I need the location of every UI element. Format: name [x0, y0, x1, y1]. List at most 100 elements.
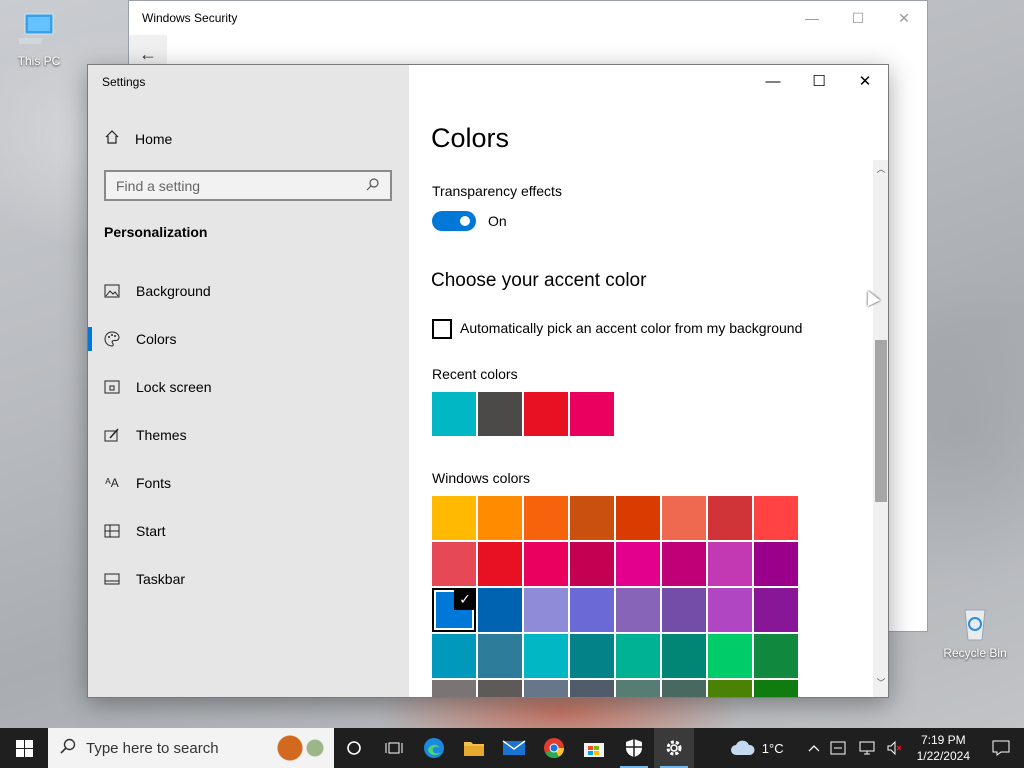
color-swatch[interactable] — [754, 542, 798, 586]
notification-badge-icon[interactable] — [825, 728, 853, 768]
store-icon[interactable] — [574, 728, 614, 768]
color-swatch[interactable] — [432, 680, 476, 697]
page-title: Colors — [431, 123, 510, 153]
color-swatch[interactable] — [432, 634, 476, 678]
color-swatch[interactable] — [616, 588, 660, 632]
palette-icon — [104, 331, 120, 347]
sidebar-item-label: Fonts — [136, 475, 172, 491]
color-swatch-selected[interactable]: ✓ — [432, 588, 476, 632]
section-heading: Personalization — [104, 224, 208, 240]
color-swatch[interactable] — [524, 634, 568, 678]
color-swatch[interactable] — [662, 496, 706, 540]
sidebar-item-home[interactable]: Home — [104, 129, 172, 148]
sidebar-item-label: Taskbar — [136, 571, 186, 587]
color-swatch[interactable] — [570, 542, 614, 586]
color-swatch[interactable] — [432, 496, 476, 540]
color-swatch[interactable] — [432, 542, 476, 586]
color-swatch[interactable] — [570, 634, 614, 678]
color-swatch[interactable] — [662, 542, 706, 586]
sidebar-item-lock-screen[interactable]: Lock screen — [88, 363, 409, 411]
picture-icon — [104, 283, 120, 299]
sidebar-item-colors[interactable]: Colors — [88, 315, 409, 363]
color-swatch[interactable] — [708, 680, 752, 697]
sidebar-item-fonts[interactable]: ᴬA Fonts — [88, 459, 409, 507]
color-swatch[interactable] — [570, 588, 614, 632]
search-icon — [366, 177, 380, 194]
taskbar: Type here to search 1°C 7:19 PM 1/22/202… — [0, 728, 1024, 768]
taskbar-search-box[interactable]: Type here to search — [48, 728, 334, 768]
color-swatch[interactable] — [478, 542, 522, 586]
color-swatch[interactable] — [708, 542, 752, 586]
color-swatch[interactable] — [570, 496, 614, 540]
color-swatch[interactable] — [616, 680, 660, 697]
find-setting-input[interactable]: Find a setting — [104, 170, 392, 201]
action-center-icon[interactable] — [978, 728, 1024, 768]
sidebar-item-label: Home — [135, 130, 173, 147]
network-icon[interactable] — [853, 728, 881, 768]
start-button[interactable] — [0, 728, 48, 768]
weather-widget[interactable]: 1°C — [725, 728, 789, 768]
folder-icon[interactable] — [454, 728, 494, 768]
color-swatch[interactable] — [662, 588, 706, 632]
desktop-icon-this-pc[interactable]: This PC — [4, 10, 74, 68]
chevron-up-icon[interactable] — [803, 728, 825, 768]
color-swatch[interactable] — [524, 392, 568, 436]
chrome-icon[interactable] — [534, 728, 574, 768]
color-swatch[interactable] — [754, 496, 798, 540]
color-swatch[interactable] — [616, 542, 660, 586]
color-swatch[interactable] — [662, 634, 706, 678]
sidebar-item-taskbar[interactable]: Taskbar — [88, 555, 409, 603]
scroll-down-arrow-icon[interactable]: ﹀ — [873, 674, 888, 690]
sidebar-item-background[interactable]: Background — [88, 267, 409, 315]
sidebar-item-themes[interactable]: Themes — [88, 411, 409, 459]
color-swatch[interactable] — [524, 542, 568, 586]
system-tray: 1°C 7:19 PM 1/22/2024 — [725, 728, 1024, 768]
auto-accent-checkbox[interactable] — [432, 319, 452, 339]
color-swatch[interactable] — [708, 496, 752, 540]
gear-icon[interactable] — [654, 728, 694, 768]
color-swatch[interactable] — [478, 680, 522, 697]
search-placeholder: Find a setting — [116, 177, 201, 194]
sidebar-item-label: Colors — [136, 331, 177, 347]
color-swatch[interactable] — [478, 588, 522, 632]
edge-icon[interactable] — [414, 728, 454, 768]
maximize-button[interactable]: ☐ — [835, 1, 881, 35]
font-icon: ᴬA — [105, 476, 119, 490]
color-swatch[interactable] — [570, 680, 614, 697]
color-swatch[interactable] — [432, 392, 476, 436]
task-view-icon[interactable] — [374, 728, 414, 768]
desktop-icon-recycle-bin[interactable]: Recycle Bin — [940, 602, 1010, 660]
toggle-state: On — [488, 213, 507, 229]
scroll-thumb[interactable] — [875, 340, 887, 502]
color-swatch[interactable] — [616, 496, 660, 540]
color-swatch[interactable] — [524, 588, 568, 632]
color-swatch[interactable] — [616, 634, 660, 678]
auto-accent-label[interactable]: Automatically pick an accent color from … — [460, 320, 802, 336]
sidebar-item-start[interactable]: Start — [88, 507, 409, 555]
color-swatch[interactable] — [708, 588, 752, 632]
mail-icon[interactable] — [494, 728, 534, 768]
minimize-button[interactable]: — — [789, 1, 835, 35]
color-swatch[interactable] — [708, 634, 752, 678]
color-swatch[interactable] — [754, 680, 798, 697]
color-swatch[interactable] — [662, 680, 706, 697]
settings-window[interactable]: Settings Home Find a setting Personaliza… — [87, 64, 889, 698]
close-button[interactable]: ✕ — [881, 1, 927, 35]
color-swatch[interactable] — [478, 634, 522, 678]
color-swatch[interactable] — [570, 392, 614, 436]
color-swatch[interactable] — [754, 588, 798, 632]
volume-muted-icon[interactable] — [881, 728, 909, 768]
recent-colors-label: Recent colors — [432, 366, 518, 382]
weather-temp: 1°C — [761, 740, 784, 756]
color-swatch[interactable] — [754, 634, 798, 678]
shield-icon[interactable] — [614, 728, 654, 768]
clock[interactable]: 7:19 PM 1/22/2024 — [909, 732, 978, 764]
cortana-icon[interactable] — [334, 728, 374, 768]
color-swatch[interactable] — [524, 680, 568, 697]
color-swatch[interactable] — [478, 392, 522, 436]
scrollbar[interactable]: ︿ ﹀ — [873, 160, 888, 697]
color-swatch[interactable] — [478, 496, 522, 540]
color-swatch[interactable] — [524, 496, 568, 540]
transparency-toggle[interactable] — [432, 211, 476, 231]
scroll-up-arrow-icon[interactable]: ︿ — [873, 160, 888, 176]
